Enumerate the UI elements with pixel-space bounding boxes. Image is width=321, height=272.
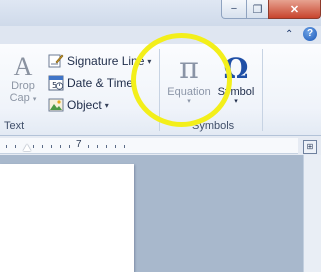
ruler-tick [42, 145, 43, 148]
text-group-label: Text [4, 120, 25, 132]
restore-button[interactable]: ❐ [246, 0, 269, 19]
object-icon [48, 97, 64, 113]
ruler-tick [97, 145, 98, 148]
chevron-down-icon: ▾ [104, 100, 109, 110]
minimize-ribbon-button[interactable]: ⌃ [285, 29, 293, 40]
group-divider [262, 49, 263, 131]
minimize-button[interactable]: − [221, 0, 247, 19]
ruler-tick [60, 145, 61, 148]
ruler-tick [106, 145, 107, 148]
ruler-tick [115, 145, 116, 148]
ruler-number: 7 [76, 139, 82, 150]
ruler-tick [6, 145, 7, 148]
minimize-icon: − [230, 3, 238, 15]
view-ruler-button[interactable]: ⊞ [303, 140, 317, 154]
document-page[interactable] [0, 164, 134, 272]
object-button[interactable]: Object ▾ [48, 96, 109, 114]
drop-cap-label-2: Cap ▾ [9, 92, 37, 104]
drop-cap-label-1: Drop [11, 80, 35, 92]
vertical-scrollbar[interactable] [303, 155, 321, 272]
drop-cap-icon: A [13, 52, 33, 81]
close-icon: ✕ [289, 3, 300, 16]
ruler-tick [124, 145, 125, 148]
ruler-tick [51, 145, 52, 148]
restore-icon: ❐ [252, 3, 263, 16]
object-label: Object [67, 98, 102, 112]
date-time-icon: 5 [48, 75, 64, 91]
date-time-button[interactable]: 5 Date & Time [48, 74, 133, 92]
close-button[interactable]: ✕ [268, 0, 321, 19]
help-icon[interactable]: ? [303, 27, 317, 41]
signature-line-icon [48, 53, 64, 69]
ruler-tick [69, 145, 70, 148]
date-time-label: Date & Time [67, 76, 134, 90]
highlight-circle [131, 33, 232, 127]
ruler-tick [15, 145, 16, 148]
drop-cap-button[interactable]: A Drop Cap ▾ [4, 54, 42, 106]
indent-marker[interactable] [23, 144, 31, 151]
ruler-tick [33, 145, 34, 148]
horizontal-ruler[interactable] [0, 138, 298, 154]
ruler-toggle-icon: ⊞ [306, 142, 314, 151]
ruler-tick [88, 145, 89, 148]
